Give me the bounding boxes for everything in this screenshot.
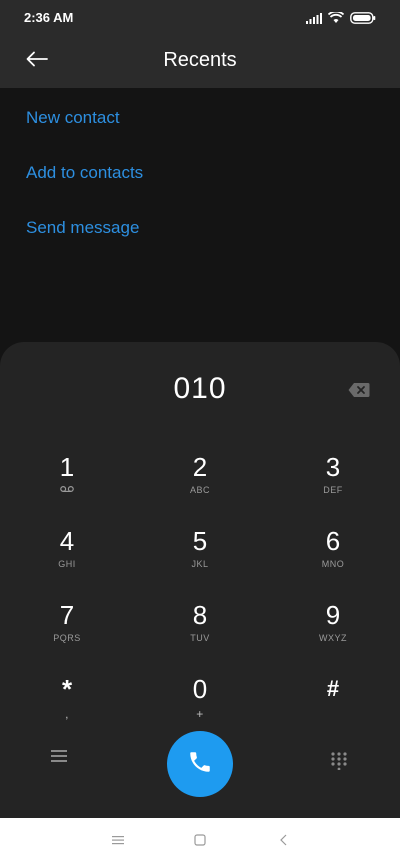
key-letters: DEF — [323, 485, 343, 495]
key-3[interactable]: 3 DEF — [278, 446, 388, 508]
key-digit: 6 — [325, 526, 341, 556]
key-5[interactable]: 5 JKL — [145, 520, 255, 582]
key-letters: GHI — [58, 559, 76, 569]
key-letters: + — [196, 707, 204, 721]
key-digit: 3 — [325, 452, 341, 482]
page-title: Recents — [163, 49, 237, 71]
backspace-icon — [348, 383, 370, 402]
backspace-button[interactable] — [348, 382, 370, 398]
app-header: Recents — [0, 36, 400, 88]
key-hash[interactable]: # — [278, 668, 388, 730]
send-message-link[interactable]: Send message — [26, 218, 139, 238]
key-letters: PQRS — [53, 633, 81, 643]
signal-icon — [306, 11, 322, 29]
status-time: 2:36 AM — [24, 10, 74, 25]
keypad-icon — [330, 752, 348, 774]
key-0[interactable]: 0 + — [145, 668, 255, 730]
keypad-toggle-button[interactable] — [330, 752, 348, 771]
back-chevron-icon — [278, 833, 290, 852]
new-contact-link[interactable]: New contact — [26, 108, 120, 128]
key-letters: , — [65, 707, 69, 721]
key-digit: 7 — [59, 600, 75, 630]
key-digit: # — [326, 676, 340, 701]
add-to-contacts-link[interactable]: Add to contacts — [26, 163, 143, 183]
key-digit: 1 — [59, 452, 75, 482]
key-4[interactable]: 4 GHI — [12, 520, 122, 582]
key-1[interactable]: 1 — [12, 446, 122, 508]
key-digit: 0 — [192, 674, 208, 704]
wifi-icon — [327, 10, 345, 29]
key-digit: 2 — [192, 452, 208, 482]
menu-lines-icon — [111, 833, 125, 851]
key-letters: WXYZ — [319, 633, 347, 643]
key-letters: MNO — [321, 559, 345, 569]
key-digit: * — [61, 674, 73, 704]
home-nav-button[interactable] — [188, 832, 212, 852]
voicemail-icon — [60, 485, 74, 497]
status-bar: 2:36 AM — [0, 0, 400, 36]
key-letters: ABC — [189, 485, 210, 495]
key-digit: 4 — [59, 526, 75, 556]
phone-icon — [187, 749, 213, 780]
key-6[interactable]: 6 MNO — [278, 520, 388, 582]
key-digit: 9 — [325, 600, 341, 630]
dialed-number: 010 — [173, 372, 227, 405]
key-star[interactable]: * , — [12, 668, 122, 730]
recents-nav-button[interactable] — [106, 832, 130, 852]
menu-icon — [50, 750, 68, 768]
call-button[interactable] — [167, 731, 233, 797]
key-9[interactable]: 9 WXYZ — [278, 594, 388, 656]
key-8[interactable]: 8 TUV — [145, 594, 255, 656]
home-square-icon — [193, 833, 207, 852]
key-digit: 5 — [192, 526, 208, 556]
key-digit: 8 — [192, 600, 208, 630]
key-letters: TUV — [190, 633, 210, 643]
dialer-panel: 010 1 2 ABC 3 DEF 4 GHI 5 JKL 6 MNO 7 PQ… — [0, 342, 400, 818]
battery-icon — [350, 11, 376, 29]
key-7[interactable]: 7 PQRS — [12, 594, 122, 656]
status-icons — [306, 10, 376, 29]
key-letters: JKL — [191, 559, 209, 569]
menu-button[interactable] — [50, 748, 72, 770]
key-2[interactable]: 2 ABC — [145, 446, 255, 508]
system-nav-bar — [0, 818, 400, 866]
back-nav-button[interactable] — [272, 832, 296, 852]
